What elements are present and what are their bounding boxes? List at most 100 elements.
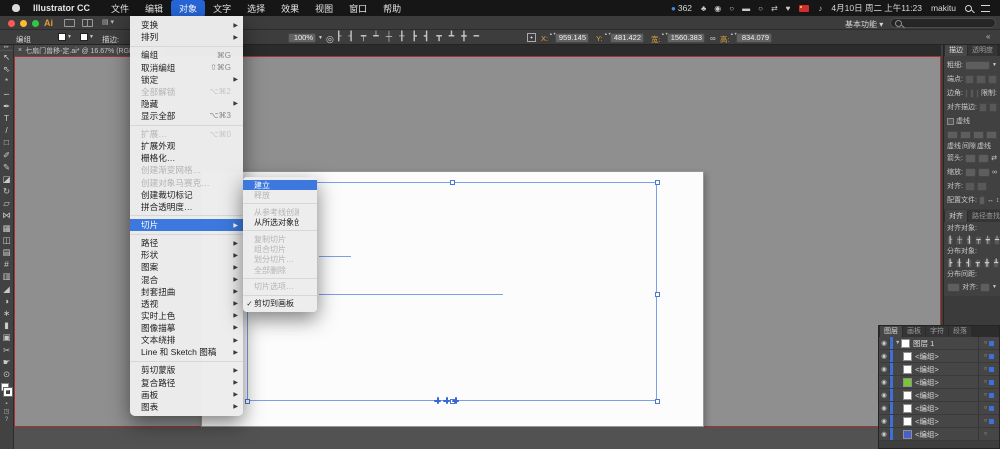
align-object-button[interactable]: ┿ xyxy=(984,236,991,245)
visibility-eye-icon[interactable]: ◉ xyxy=(879,430,890,438)
menu-bar-item[interactable]: 文字 xyxy=(205,0,239,17)
menu-item[interactable]: 复合路径 ▶ xyxy=(130,376,243,388)
submenu-item[interactable]: 建立 ▶ xyxy=(243,180,317,191)
layer-thumbnail[interactable] xyxy=(901,338,910,348)
scale-end-field[interactable] xyxy=(978,167,990,177)
submenu-item[interactable]: 从所选对象创建 ▶ xyxy=(243,217,317,227)
stepper-icon[interactable]: ▲▼ xyxy=(549,32,557,37)
menu-item[interactable]: 切片 ▶ xyxy=(130,218,243,232)
align-icon[interactable]: ╋ xyxy=(461,31,466,42)
status-icon[interactable]: ○ xyxy=(729,4,734,13)
align-icon[interactable]: ┠ xyxy=(336,31,341,42)
help-icon[interactable]: ? xyxy=(0,416,13,424)
menu-item[interactable]: 排列 ▶ xyxy=(130,31,243,43)
collapse-panels-icon[interactable]: « xyxy=(986,32,990,41)
target-icon[interactable]: ○ xyxy=(984,379,988,385)
panel-tab[interactable]: 透明度 xyxy=(968,45,997,56)
align-object-button[interactable]: ┨ xyxy=(966,236,973,245)
menu-item[interactable]: 图像描摹 ▶ xyxy=(130,322,243,334)
menu-bar-item[interactable]: 选择 xyxy=(239,0,273,17)
layer-name[interactable]: <编组> xyxy=(915,416,978,427)
align-center-button[interactable] xyxy=(978,102,987,112)
selection-handle[interactable] xyxy=(655,292,660,297)
visibility-eye-icon[interactable]: ◉ xyxy=(879,417,890,425)
menu-item[interactable]: 创建渐变网格… ▶ xyxy=(130,164,243,176)
selection-handle[interactable] xyxy=(655,399,660,404)
layer-thumbnail[interactable] xyxy=(903,429,912,439)
menu-item[interactable]: 栅格化… ▶ xyxy=(130,152,243,164)
menu-item[interactable]: 拼合透明度… ▶ xyxy=(130,201,243,213)
align-icon[interactable]: ━ xyxy=(474,31,479,42)
align-icon[interactable]: ┯ xyxy=(361,31,366,42)
panel-tab[interactable]: 描边 xyxy=(945,45,967,56)
shape-builder-tool-icon[interactable]: ◫ xyxy=(0,234,13,246)
stepper-icon[interactable]: ▲▼ xyxy=(661,32,669,37)
distribute-object-button[interactable]: ┻ xyxy=(993,259,1000,268)
pen-tool-icon[interactable]: ✒ xyxy=(0,100,13,112)
layer-row[interactable]: ◉ ▶ <编组> ○ xyxy=(879,428,999,441)
line-segment-tool-icon[interactable]: / xyxy=(0,124,13,136)
menu-item[interactable]: 封套扭曲 ▶ xyxy=(130,286,243,298)
fill-stroke-indicator[interactable] xyxy=(0,382,13,400)
selection-tool-icon[interactable]: ↖ xyxy=(0,51,13,63)
arrow-align-tip-button[interactable] xyxy=(964,181,975,191)
menu-item[interactable]: 实时上色 ▶ xyxy=(130,310,243,322)
selection-indicator[interactable] xyxy=(989,340,995,346)
submenu-item[interactable]: ✓ 剪切到画板 ▶ xyxy=(243,298,317,308)
spacing-field[interactable] xyxy=(947,282,961,292)
selection-handle[interactable] xyxy=(655,180,660,185)
cap-butt-button[interactable] xyxy=(964,74,975,84)
menu-item[interactable]: 创建裁切标记 ▶ xyxy=(130,189,243,201)
distribute-object-button[interactable]: ╂ xyxy=(956,259,963,268)
panel-tab[interactable]: 段落 xyxy=(949,326,971,337)
expand-arrow-icon[interactable]: ▶ xyxy=(893,379,907,385)
menu-item[interactable]: 扩展外观 ▶ xyxy=(130,140,243,152)
menu-item[interactable]: 编组 ⌘G ▶ xyxy=(130,49,243,61)
target-icon[interactable]: ○ xyxy=(984,418,988,424)
menu-bar-item[interactable]: 视图 xyxy=(307,0,341,17)
target-icon[interactable]: ○ xyxy=(984,405,988,411)
free-transform-tool-icon[interactable]: ▦ xyxy=(0,222,13,234)
style-icon[interactable]: ◎ xyxy=(326,34,334,45)
menu-item[interactable]: 路径 ▶ xyxy=(130,237,243,249)
panel-tab[interactable]: 字符 xyxy=(926,326,948,337)
menu-item[interactable]: 图案 ▶ xyxy=(130,261,243,273)
app-menu-title[interactable]: Illustrator CC xyxy=(33,3,90,13)
menu-item[interactable]: 显示全部 ⌥⌘3 ▶ xyxy=(130,110,243,122)
menu-item[interactable]: 扩展… ⌥⌘0 ▶ xyxy=(130,128,243,140)
align-icon[interactable]: ╂ xyxy=(399,31,404,42)
layer-row[interactable]: ◉ ▶ <编组> ○ xyxy=(879,415,999,428)
input-language-flag-icon[interactable] xyxy=(799,4,810,12)
layer-thumbnail[interactable] xyxy=(903,416,912,426)
layer-row[interactable]: ◉ ▶ <编组> ○ xyxy=(879,350,999,363)
menu-bar-item[interactable]: 效果 xyxy=(273,0,307,17)
slice-tool-icon[interactable]: ✂ xyxy=(0,344,13,356)
align-to-dropdown[interactable] xyxy=(980,282,991,292)
menu-item[interactable]: 形状 ▶ xyxy=(130,249,243,261)
align-icon[interactable]: ┳ xyxy=(436,31,441,42)
document-layout-dropdown[interactable]: ▤ ▾ xyxy=(102,18,114,26)
width-label[interactable]: 宽: xyxy=(651,34,661,45)
visibility-eye-icon[interactable]: ◉ xyxy=(879,339,890,347)
menu-item[interactable]: ▶ xyxy=(130,360,243,362)
visibility-eye-icon[interactable]: ◉ xyxy=(879,391,890,399)
layer-thumbnail[interactable] xyxy=(903,364,912,374)
magic-wand-tool-icon[interactable]: * xyxy=(0,75,13,87)
submenu-item[interactable]: 从参考线创建 ▶ xyxy=(243,207,317,217)
artboard-tool-icon[interactable]: ▣ xyxy=(0,331,13,343)
expand-arrow-icon[interactable]: ▶ xyxy=(893,392,907,398)
width-profile-dropdown[interactable] xyxy=(978,195,985,205)
expand-arrow-icon[interactable]: ▼ xyxy=(893,340,901,346)
spotlight-search-icon[interactable] xyxy=(965,4,972,12)
gap-field[interactable] xyxy=(986,131,997,139)
selection-indicator[interactable] xyxy=(989,418,995,424)
corner-miter-button[interactable] xyxy=(964,88,969,98)
align-icon[interactable]: ┨ xyxy=(348,31,353,42)
layer-name[interactable]: <编组> xyxy=(915,351,978,362)
target-icon[interactable]: ○ xyxy=(984,431,988,437)
close-tab-icon[interactable]: × xyxy=(18,47,22,54)
submenu-item[interactable]: ▶ xyxy=(243,278,317,280)
rotate-tool-icon[interactable]: ↻ xyxy=(0,185,13,197)
cap-round-button[interactable] xyxy=(976,74,986,84)
status-icon[interactable]: ○ xyxy=(758,4,763,13)
